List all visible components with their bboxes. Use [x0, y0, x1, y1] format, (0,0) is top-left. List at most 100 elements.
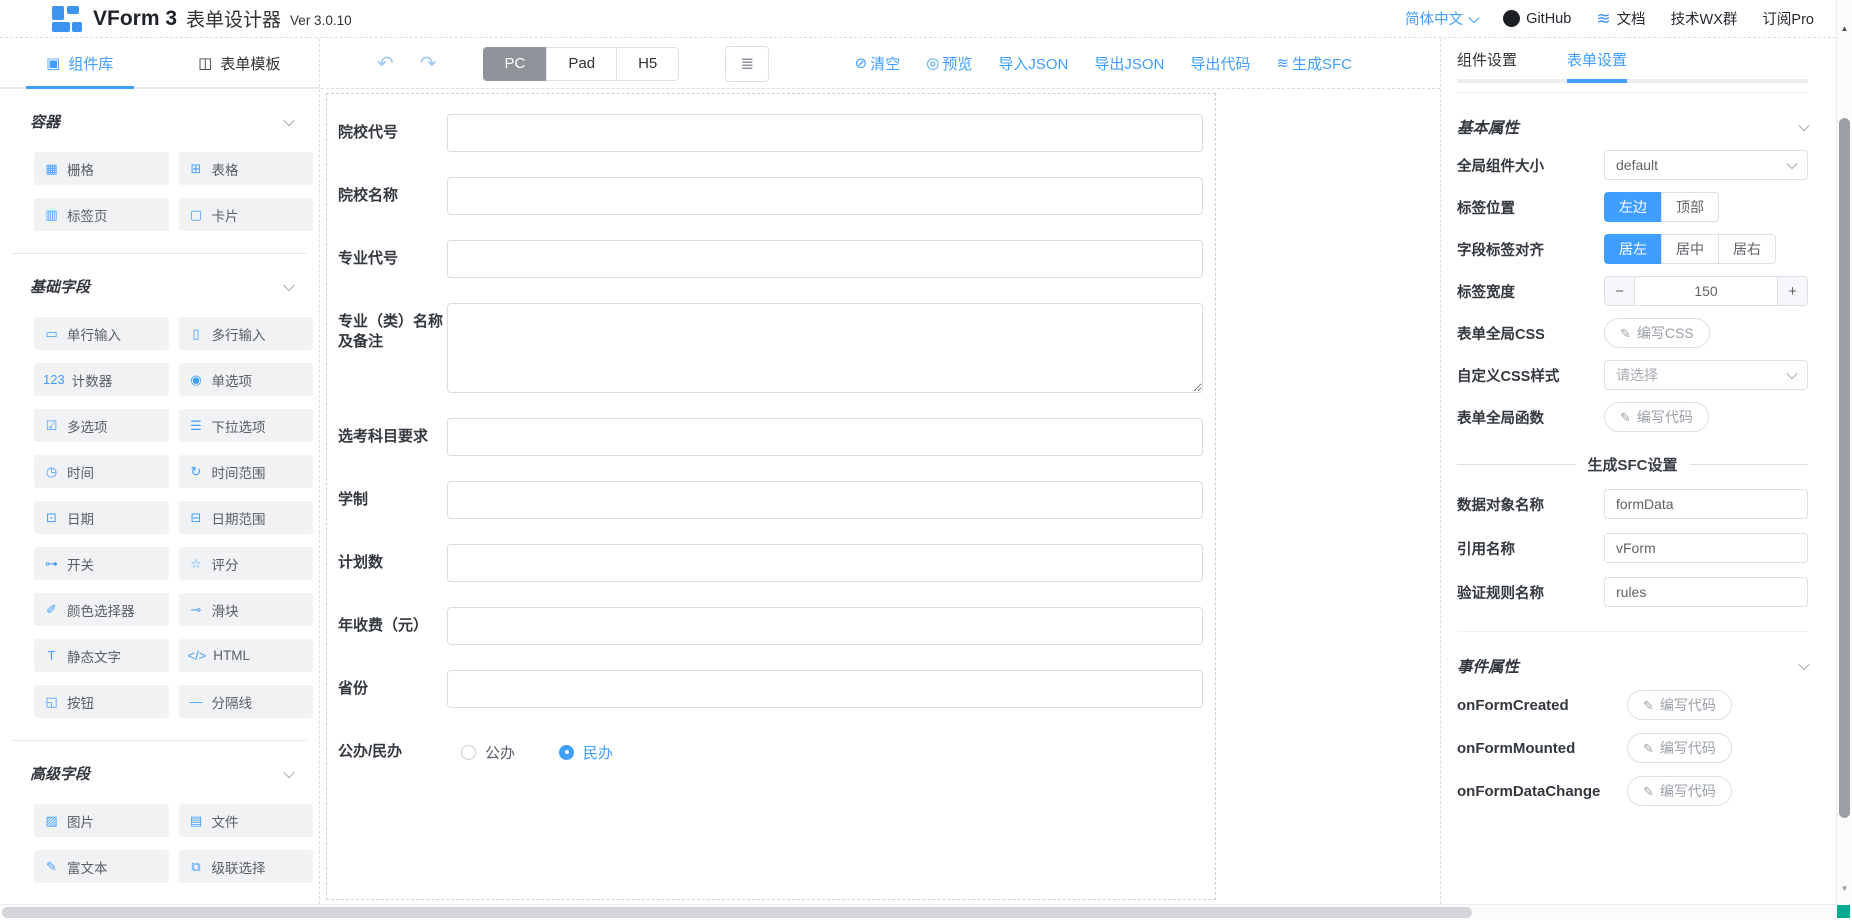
widget-grid[interactable]: ▦栅格 [34, 152, 169, 185]
button-label: 编写代码 [1637, 407, 1693, 427]
form-widget-container[interactable]: 院校代号院校名称专业代号专业（类）名称及备注选考科目要求学制计划数年收费（元）省… [326, 93, 1216, 900]
language-select[interactable]: 简体中文 [1405, 8, 1478, 29]
field-label: 专业（类）名称及备注 [338, 303, 447, 393]
widget-time-range[interactable]: ↻时间范围 [179, 455, 314, 488]
setting-label: 引用名称 [1457, 538, 1604, 559]
widget-radio[interactable]: ◉单选项 [179, 363, 314, 396]
github-link[interactable]: GitHub [1503, 10, 1571, 27]
label-position-option[interactable]: 左边 [1604, 192, 1662, 222]
rules-name-input[interactable] [1604, 577, 1808, 607]
node-tree-button[interactable]: ≣ [725, 46, 769, 82]
form-functions-button[interactable]: ✎编写代码 [1604, 402, 1709, 432]
form-field-annual-fee: 年收费（元） [338, 607, 1203, 645]
vertical-scrollbar-thumb[interactable] [1839, 118, 1850, 818]
card-icon: ▢ [188, 207, 205, 223]
field-input-province[interactable] [447, 670, 1203, 708]
basic-props-title: 基本属性 [1457, 116, 1519, 138]
field-input-college-name[interactable] [447, 177, 1203, 215]
device-tab-pad[interactable]: Pad [546, 47, 617, 81]
widget-tab[interactable]: ▥标签页 [34, 198, 169, 231]
widget-time[interactable]: ◷时间 [34, 455, 169, 488]
radio-option-private[interactable]: 民办 [559, 742, 613, 763]
chevron-down-icon[interactable] [283, 114, 294, 125]
clear-action[interactable]: ⊘清空 [855, 53, 901, 74]
widget-select[interactable]: ☰下拉选项 [179, 409, 314, 442]
widget-card[interactable]: ▢卡片 [179, 198, 314, 231]
sidebar-tab-widgets[interactable]: ▣组件库 [0, 39, 160, 87]
widget-checkbox[interactable]: ☑多选项 [34, 409, 169, 442]
form-css-button[interactable]: ✎编写CSS [1604, 318, 1710, 348]
field-input-major-code[interactable] [447, 240, 1203, 278]
settings-panel: 组件设置表单设置 基本属性 全局组件大小default标签位置左边顶部字段标签对… [1440, 39, 1836, 904]
widget-switch[interactable]: ⊶开关 [34, 547, 169, 580]
label-align-option[interactable]: 居左 [1604, 234, 1662, 264]
scroll-up-arrow-icon[interactable]: ▲ [1837, 24, 1852, 33]
settings-tab-widget-settings[interactable]: 组件设置 [1457, 39, 1517, 79]
widget-button[interactable]: ◱按钮 [34, 685, 169, 718]
subscribe-pro-link[interactable]: 订阅Pro [1762, 8, 1814, 29]
widget-color[interactable]: ✐颜色选择器 [34, 593, 169, 626]
basic-props-header[interactable]: 基本属性 [1457, 116, 1808, 138]
export-code-action[interactable]: 导出代码 [1190, 53, 1250, 74]
generate-sfc-action[interactable]: ≋生成SFC [1276, 53, 1352, 74]
field-input-annual-fee[interactable] [447, 607, 1203, 645]
widget-file-upload[interactable]: ▤文件 [179, 804, 314, 837]
widget-grid: ▨图片 ▤文件 ✎富文本 ⧉级联选择 [34, 804, 313, 883]
widget-table[interactable]: ⊞表格 [179, 152, 314, 185]
plus-icon[interactable]: + [1777, 277, 1807, 305]
widget-date-range[interactable]: ⊟日期范围 [179, 501, 314, 534]
minus-icon[interactable]: − [1605, 277, 1635, 305]
widget-html-text[interactable]: </>HTML [179, 639, 314, 672]
preview-label: 预览 [942, 53, 972, 74]
scroll-down-arrow-icon[interactable]: ▼ [1837, 884, 1852, 893]
onFormDataChange-edit-button[interactable]: ✎编写代码 [1627, 776, 1732, 806]
export-json-action[interactable]: 导出JSON [1094, 53, 1164, 74]
generate-sfc-label: 生成SFC [1292, 53, 1352, 74]
widget-picture-upload[interactable]: ▨图片 [34, 804, 169, 837]
undo-icon[interactable]: ↶ [377, 54, 394, 74]
divider-line [1457, 464, 1576, 465]
preview-action[interactable]: ◎预览 [926, 53, 972, 74]
widget-static-text[interactable]: T静态文字 [34, 639, 169, 672]
field-input-subject-requirement[interactable] [447, 418, 1203, 456]
chevron-down-icon[interactable] [283, 279, 294, 290]
custom-css-select[interactable]: 请选择 [1604, 360, 1808, 390]
label-position-option[interactable]: 顶部 [1661, 192, 1719, 222]
field-textarea-major-name-remark[interactable] [447, 303, 1203, 393]
form-field-major-name-remark: 专业（类）名称及备注 [338, 303, 1203, 393]
device-tab-h5[interactable]: H5 [616, 47, 679, 81]
widget-rich-editor[interactable]: ✎富文本 [34, 850, 169, 883]
widget-rate[interactable]: ☆评分 [179, 547, 314, 580]
label-align-option[interactable]: 居右 [1718, 234, 1776, 264]
data-object-name-input[interactable] [1604, 489, 1808, 519]
widget-input[interactable]: ▭单行输入 [34, 317, 169, 350]
widget-number[interactable]: 123计数器 [34, 363, 169, 396]
global-size-select[interactable]: default [1604, 150, 1808, 180]
event-props-header[interactable]: 事件属性 [1457, 655, 1808, 677]
label-align-option[interactable]: 居中 [1661, 234, 1719, 264]
device-tab-pc[interactable]: PC [483, 47, 548, 81]
radio-option-public[interactable]: 公办 [461, 742, 515, 763]
onFormMounted-edit-button[interactable]: ✎编写代码 [1627, 733, 1732, 763]
widget-date[interactable]: ⊡日期 [34, 501, 169, 534]
widget-divider[interactable]: —分隔线 [179, 685, 314, 718]
redo-icon[interactable]: ↷ [420, 54, 437, 74]
docs-link[interactable]: ≋文档 [1596, 8, 1645, 29]
vertical-scrollbar[interactable]: ▲ ▼ [1836, 0, 1852, 904]
field-input-plan-count[interactable] [447, 544, 1203, 582]
widget-slider[interactable]: ⊸滑块 [179, 593, 314, 626]
ref-name-input[interactable] [1604, 533, 1808, 563]
radio-checked-icon [559, 745, 574, 760]
widget-textarea[interactable]: ▯多行输入 [179, 317, 314, 350]
wx-group-link[interactable]: 技术WX群 [1671, 8, 1738, 29]
field-input-study-years[interactable] [447, 481, 1203, 519]
horizontal-scrollbar-thumb[interactable] [2, 907, 1472, 918]
onFormCreated-edit-button[interactable]: ✎编写代码 [1627, 690, 1732, 720]
chevron-down-icon[interactable] [283, 766, 294, 777]
sidebar-tab-templates[interactable]: ◫表单模板 [160, 39, 320, 87]
widget-cascader[interactable]: ⧉级联选择 [179, 850, 314, 883]
settings-tab-form-settings[interactable]: 表单设置 [1567, 39, 1627, 79]
import-json-action[interactable]: 导入JSON [998, 53, 1068, 74]
field-input-college-code[interactable] [447, 114, 1203, 152]
horizontal-scrollbar[interactable] [0, 904, 1836, 920]
